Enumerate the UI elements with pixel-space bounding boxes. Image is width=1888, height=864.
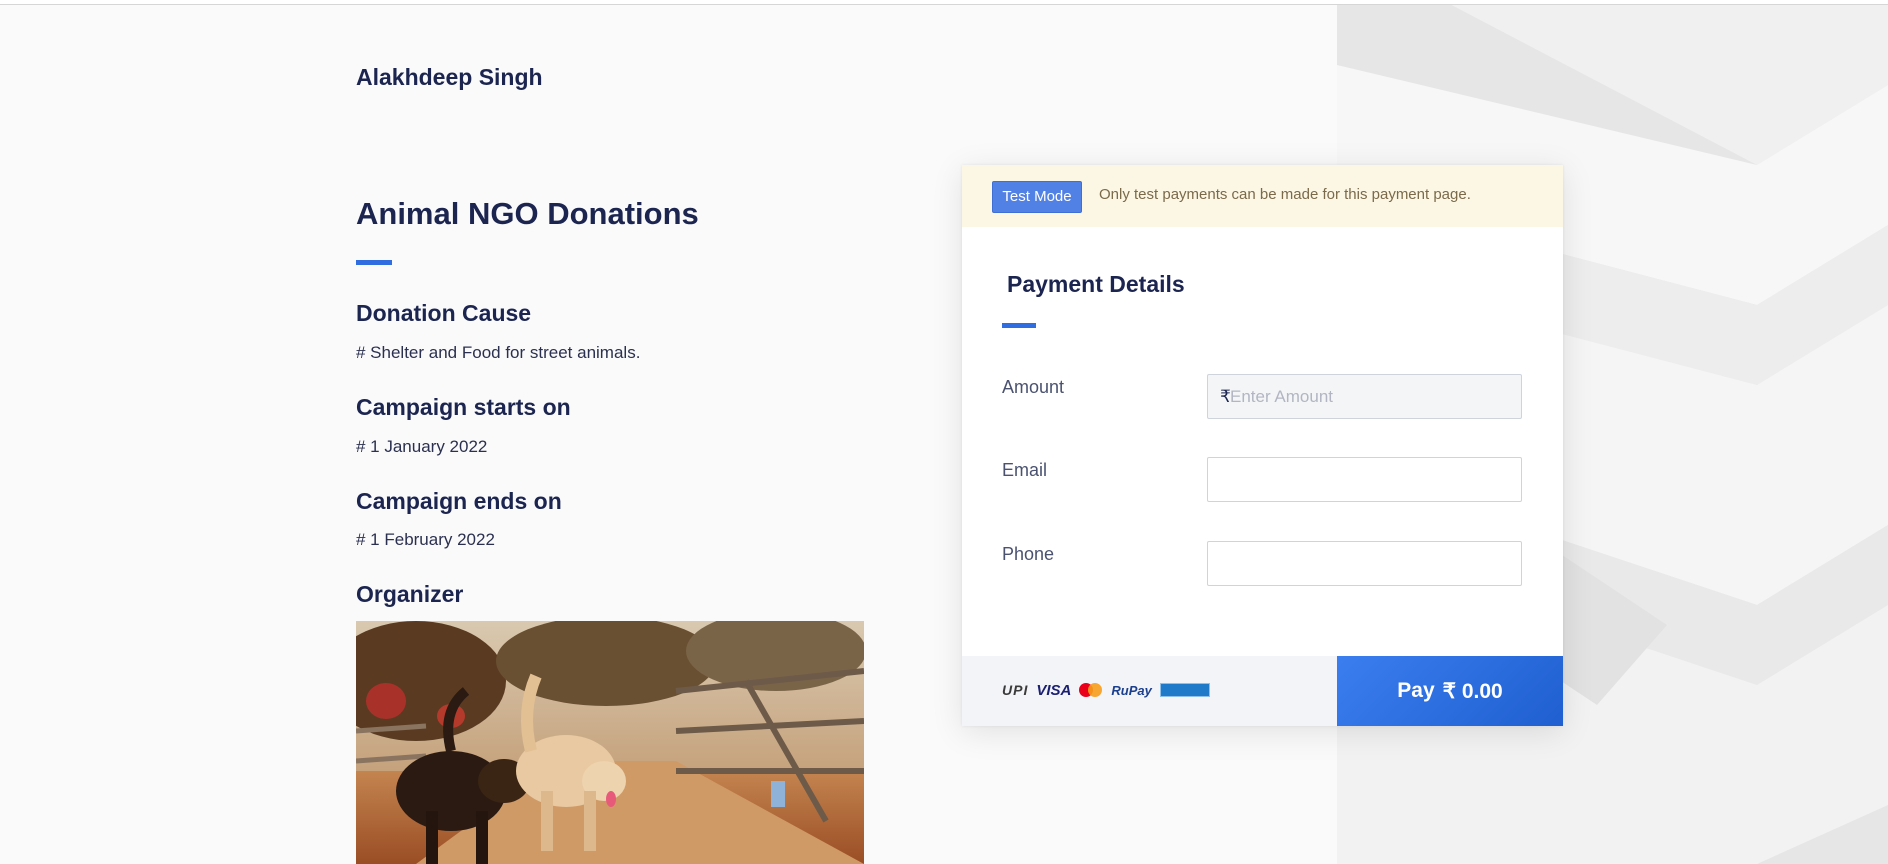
donation-cause-value: # Shelter and Food for street animals. <box>356 343 641 362</box>
campaign-start-heading: Campaign starts on <box>356 394 571 420</box>
payment-details-title: Payment Details <box>1007 271 1185 297</box>
campaign-end-heading: Campaign ends on <box>356 488 562 514</box>
mastercard-icon <box>1079 683 1103 697</box>
title-underline <box>356 260 392 265</box>
email-input[interactable] <box>1207 457 1522 502</box>
pay-button-amount: ₹ 0.00 <box>1442 679 1503 703</box>
payment-card: Test Mode Only test payments can be made… <box>962 165 1563 726</box>
accepted-payment-methods: UPI VISA RuPay <box>1002 680 1210 700</box>
amount-input[interactable] <box>1230 375 1515 418</box>
upi-logo: UPI <box>1002 682 1029 698</box>
email-label: Email <box>1002 460 1048 480</box>
rupay-logo: RuPay <box>1111 682 1152 698</box>
pci-compliant-icon <box>1159 683 1210 697</box>
organizer-heading: Organizer <box>356 581 464 607</box>
page-title: Animal NGO Donations <box>356 196 699 231</box>
visa-logo: VISA <box>1036 681 1072 699</box>
phone-input[interactable] <box>1207 541 1522 586</box>
payment-details-underline <box>1002 323 1036 328</box>
pay-button[interactable]: Pay ₹ 0.00 <box>1337 656 1563 726</box>
amount-label: Amount <box>1002 377 1065 397</box>
payment-footer: UPI VISA RuPay Pay ₹ 0.00 <box>962 656 1563 726</box>
organizer-photo <box>356 621 864 864</box>
campaign-end-value: # 1 February 2022 <box>356 530 495 549</box>
test-mode-message: Only test payments can be made for this … <box>1099 186 1471 203</box>
test-mode-banner: Test Mode Only test payments can be made… <box>962 165 1563 227</box>
phone-label: Phone <box>1002 544 1055 564</box>
amount-field[interactable]: ₹ <box>1207 374 1522 419</box>
pay-button-label: Pay <box>1397 679 1435 702</box>
donation-cause-heading: Donation Cause <box>356 300 532 326</box>
test-mode-badge: Test Mode <box>992 181 1082 213</box>
merchant-name: Alakhdeep Singh <box>356 64 543 90</box>
campaign-start-value: # 1 January 2022 <box>356 437 488 456</box>
